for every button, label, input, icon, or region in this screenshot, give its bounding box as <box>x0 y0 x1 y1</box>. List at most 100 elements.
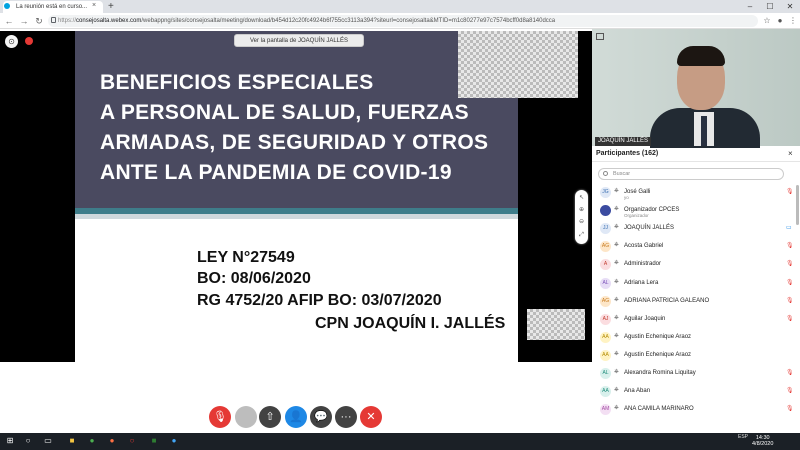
zoom-out-icon[interactable]: ⊖ <box>578 219 585 226</box>
recording-icon <box>25 37 33 45</box>
fullscreen-icon[interactable]: ⤢ <box>578 232 585 239</box>
muted-mic-icon[interactable]: 🎙 <box>786 387 794 395</box>
video-on-icon[interactable]: ▭ <box>786 224 792 232</box>
browser-tab-strip <box>0 0 800 13</box>
slide-author: CPN JOAQUÍN I. JALLÉS <box>315 315 506 332</box>
speaker-name: JOAQUÍN JALLÉS <box>595 137 652 146</box>
slide-title-line: A PERSONAL DE SALUD, FUERZAS <box>100 101 469 124</box>
participant-row[interactable]: AM ⎈ ANA CAMILA MARINARO 🎙 <box>592 401 796 419</box>
participant-row[interactable]: JJ ⎈ JOAQUÍN JALLÉS ▭ <box>592 220 796 238</box>
device-icon: ⎈ <box>614 206 619 213</box>
participant-row[interactable]: AG ⎈ Acosta Gabriel 🎙 <box>592 238 796 256</box>
chrome-icon[interactable]: ● <box>86 435 98 447</box>
participant-row[interactable]: AL ⎈ Adriana Lera 🎙 <box>592 275 796 293</box>
search-icon <box>603 171 608 176</box>
mute-button[interactable]: 🎙 <box>209 406 231 428</box>
avatar: JJ <box>600 223 611 235</box>
forward-arrow-icon[interactable]: → <box>18 13 30 29</box>
avatar: AL <box>600 277 611 289</box>
more-options-button[interactable]: ··· <box>335 406 357 428</box>
pointer-icon[interactable]: ↖ <box>578 195 585 202</box>
muted-mic-icon[interactable]: 🎙 <box>786 315 794 323</box>
participants-button[interactable]: 👤 <box>285 406 307 428</box>
muted-mic-icon[interactable]: 🎙 <box>786 405 794 413</box>
slide-title: BENEFICIOS ESPECIALES A PERSONAL DE SALU… <box>100 68 510 188</box>
clock[interactable]: 14:30 4/8/2020 <box>752 435 773 447</box>
minimize-button[interactable]: – <box>740 0 760 13</box>
video-button[interactable] <box>235 406 257 428</box>
tab-close-icon[interactable]: × <box>92 0 96 12</box>
participant-row[interactable]: ⎈ Organizador CPCES Organizador <box>592 202 796 220</box>
close-panel-icon[interactable]: × <box>788 149 793 158</box>
participant-name: Acosta Gabriel <box>624 243 664 250</box>
scrollbar[interactable] <box>796 185 799 225</box>
leave-meeting-button[interactable]: ✕ <box>360 406 382 428</box>
device-icon: ⎈ <box>614 296 619 303</box>
url-host: consejosalta.webex.com <box>76 18 142 24</box>
device-icon: ⎈ <box>614 242 619 249</box>
task-view-icon[interactable]: ▭ <box>42 435 54 447</box>
back-arrow-icon[interactable]: ← <box>3 13 15 29</box>
participant-row[interactable]: AG ⎈ ADRIANA PATRICIA GALEANO 🎙 <box>592 293 796 311</box>
avatar: AA <box>600 349 611 361</box>
menu-dots-icon[interactable]: ⋮ <box>787 14 799 28</box>
file-explorer-icon[interactable]: ■ <box>66 435 78 447</box>
device-icon: ⎈ <box>614 387 619 394</box>
share-button[interactable]: ⇧ <box>259 406 281 428</box>
participant-row[interactable]: AA ⎈ Agustin Echenique Araoz <box>592 329 796 347</box>
lock-icon <box>51 17 56 23</box>
participant-name: Administrador <box>624 261 662 268</box>
muted-mic-icon[interactable]: 🎙 <box>786 242 794 250</box>
video-layout-icon[interactable] <box>596 33 604 40</box>
participant-row[interactable]: AL ⎈ Alexandra Romina Liquitay 🎙 <box>592 365 796 383</box>
star-icon[interactable]: ☆ <box>761 14 773 28</box>
windows-start-icon[interactable]: ⊞ <box>4 435 16 447</box>
chat-button[interactable]: 💬 <box>310 406 332 428</box>
participant-name: Alexandra Romina Liquitay <box>624 370 696 376</box>
participant-row[interactable]: AA ⎈ Ana Aban 🎙 <box>592 383 796 401</box>
participant-row[interactable]: AA ⎈ Agustin Echenique Araoz <box>592 347 796 365</box>
zoom-icon[interactable]: ⊕ <box>578 207 585 214</box>
participants-icon: 👤 <box>289 411 303 423</box>
avatar: AG <box>600 241 611 253</box>
participant-search-input[interactable]: Buscar <box>598 168 784 180</box>
browser-tab[interactable]: La reunión está en curso... <box>3 1 103 13</box>
search-taskbar-icon[interactable]: ○ <box>22 435 34 447</box>
participant-name: ADRIANA PATRICIA GALEANO <box>624 297 710 304</box>
device-icon: ⎈ <box>614 278 619 285</box>
participant-row[interactable]: AJ ⎈ Aguilar Joaquin 🎙 <box>592 311 796 329</box>
share-icon: ⇧ <box>265 411 275 423</box>
muted-mic-icon[interactable]: 🎙 <box>786 297 794 305</box>
new-tab-button[interactable]: + <box>108 0 114 13</box>
avatar: AA <box>600 331 611 343</box>
participant-row[interactable]: JG ⎈ José Galli yo 🎙 <box>592 184 796 202</box>
slide-title-line: ARMADAS, DE SEGURIDAD Y OTROS <box>100 131 489 154</box>
participant-name: Aguilar Joaquin <box>624 315 666 322</box>
opera-icon[interactable]: ○ <box>126 435 138 447</box>
url-input[interactable]: https://consejosalta.webex.com/webappng/… <box>48 15 758 27</box>
close-icon: ✕ <box>366 411 376 423</box>
reload-icon[interactable]: ↻ <box>33 13 45 29</box>
slide-divider-light <box>75 214 518 219</box>
muted-mic-icon[interactable]: 🎙 <box>786 260 794 268</box>
url-path: /webappng/sites/consejosalta/meeting/dow… <box>141 18 556 24</box>
excel-icon[interactable]: ■ <box>148 435 160 447</box>
maximize-button[interactable]: ☐ <box>760 0 780 13</box>
profile-icon[interactable]: ● <box>774 14 786 28</box>
muted-mic-icon[interactable]: 🎙 <box>786 369 794 377</box>
microphone-icon: 🎙 <box>213 411 227 423</box>
app-icon[interactable]: ● <box>168 435 180 447</box>
participant-name: Agustin Echenique Araoz <box>624 333 692 340</box>
muted-mic-icon[interactable]: 🎙 <box>786 279 794 287</box>
language-indicator[interactable]: ESP <box>738 434 748 440</box>
participant-row[interactable]: A ⎈ Administrador 🎙 <box>592 256 796 274</box>
webex-favicon-icon <box>4 3 10 9</box>
slide-title-line: ANTE LA PANDEMIA DE COVID-19 <box>100 161 452 184</box>
slide-title-line: BENEFICIOS ESPECIALES <box>100 71 374 94</box>
viewing-screen-label[interactable]: Ver la pantalla de JOAQUÍN JALLÉS <box>234 34 364 47</box>
slide-rg: RG 4752/20 AFIP BO: 03/07/2020 <box>197 292 442 309</box>
close-window-button[interactable]: ✕ <box>780 0 800 13</box>
muted-mic-icon[interactable]: 🎙 <box>786 188 794 196</box>
meeting-info-icon[interactable]: ⊙ <box>5 35 18 48</box>
firefox-icon[interactable]: ● <box>106 435 118 447</box>
